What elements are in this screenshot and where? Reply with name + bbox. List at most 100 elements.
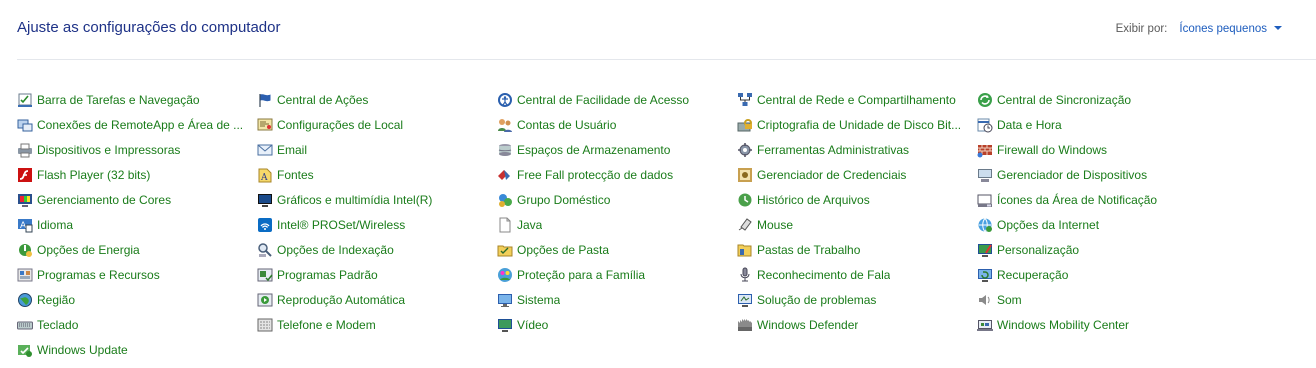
item-label[interactable]: Conexões de RemoteApp e Área de ... bbox=[37, 118, 242, 132]
family-icon[interactable] bbox=[497, 267, 513, 283]
control-panel-item[interactable]: Reprodução Automática bbox=[257, 287, 492, 312]
control-panel-item[interactable]: Contas de Usuário bbox=[497, 112, 732, 137]
item-label[interactable]: Solução de problemas bbox=[757, 293, 876, 307]
item-label[interactable]: Gráficos e multimídia Intel(R) bbox=[277, 193, 432, 207]
item-label[interactable]: Pastas de Trabalho bbox=[757, 243, 860, 257]
control-panel-item[interactable]: Sistema bbox=[497, 287, 732, 312]
file-history-icon[interactable] bbox=[737, 192, 753, 208]
item-label[interactable]: Gerenciador de Dispositivos bbox=[997, 168, 1147, 182]
control-panel-item[interactable]: Central de Facilidade de Acesso bbox=[497, 87, 732, 112]
item-label[interactable]: Gerenciamento de Cores bbox=[37, 193, 171, 207]
item-label[interactable]: Opções de Indexação bbox=[277, 243, 394, 257]
item-label[interactable]: Windows Mobility Center bbox=[997, 318, 1129, 332]
control-panel-item[interactable]: Telefone e Modem bbox=[257, 312, 492, 337]
item-label[interactable]: Região bbox=[37, 293, 75, 307]
item-label[interactable]: Fontes bbox=[277, 168, 314, 182]
remoteapp-icon[interactable] bbox=[17, 117, 33, 133]
fonts-icon[interactable]: A bbox=[257, 167, 273, 183]
folder-options-icon[interactable] bbox=[497, 242, 513, 258]
accessibility-icon[interactable] bbox=[497, 92, 513, 108]
view-by-dropdown[interactable]: Ícones pequenos bbox=[1179, 23, 1282, 35]
control-panel-item[interactable]: Firewall do Windows bbox=[977, 137, 1212, 162]
control-panel-item[interactable]: Mouse bbox=[737, 212, 972, 237]
control-panel-item[interactable]: Ferramentas Administrativas bbox=[737, 137, 972, 162]
item-label[interactable]: Opções de Energia bbox=[37, 243, 140, 257]
item-label[interactable]: Contas de Usuário bbox=[517, 118, 616, 132]
control-panel-item[interactable]: Gráficos e multimídia Intel(R) bbox=[257, 187, 492, 212]
mobility-icon[interactable] bbox=[977, 317, 993, 333]
item-label[interactable]: Personalização bbox=[997, 243, 1079, 257]
control-panel-item[interactable]: Configurações de Local bbox=[257, 112, 492, 137]
system-icon[interactable] bbox=[497, 292, 513, 308]
control-panel-item[interactable]: Personalização bbox=[977, 237, 1212, 262]
admin-tools-icon[interactable] bbox=[737, 142, 753, 158]
notification-icon[interactable] bbox=[977, 192, 993, 208]
mouse-icon[interactable] bbox=[737, 217, 753, 233]
item-label[interactable]: Opções da Internet bbox=[997, 218, 1099, 232]
control-panel-item[interactable]: Vídeo bbox=[497, 312, 732, 337]
item-label[interactable]: Dispositivos e Impressoras bbox=[37, 143, 180, 157]
item-label[interactable]: Email bbox=[277, 143, 307, 157]
control-panel-item[interactable]: Barra de Tarefas e Navegação bbox=[17, 87, 252, 112]
item-label[interactable]: Grupo Doméstico bbox=[517, 193, 610, 207]
control-panel-item[interactable]: Gerenciador de Dispositivos bbox=[977, 162, 1212, 187]
control-panel-item[interactable]: Opções da Internet bbox=[977, 212, 1212, 237]
keyboard-icon[interactable] bbox=[17, 317, 33, 333]
control-panel-item[interactable]: Flash Player (32 bits) bbox=[17, 162, 252, 187]
control-panel-item[interactable]: Dispositivos e Impressoras bbox=[17, 137, 252, 162]
work-folders-icon[interactable] bbox=[737, 242, 753, 258]
item-label[interactable]: Configurações de Local bbox=[277, 118, 403, 132]
speaker-icon[interactable] bbox=[977, 292, 993, 308]
control-panel-item[interactable]: Recuperação bbox=[977, 262, 1212, 287]
item-label[interactable]: Programas Padrão bbox=[277, 268, 378, 282]
location-icon[interactable] bbox=[257, 117, 273, 133]
item-label[interactable]: Teclado bbox=[37, 318, 78, 332]
item-label[interactable]: Histórico de Arquivos bbox=[757, 193, 870, 207]
item-label[interactable]: Free Fall protecção de dados bbox=[517, 168, 673, 182]
defender-icon[interactable] bbox=[737, 317, 753, 333]
item-label[interactable]: Ícones da Área de Notificação bbox=[997, 193, 1157, 207]
item-label[interactable]: Recuperação bbox=[997, 268, 1068, 282]
control-panel-item[interactable]: Windows Mobility Center bbox=[977, 312, 1212, 337]
control-panel-item[interactable]: Conexões de RemoteApp e Área de ... bbox=[17, 112, 252, 137]
bitlocker-icon[interactable] bbox=[737, 117, 753, 133]
color-icon[interactable] bbox=[17, 192, 33, 208]
document-icon[interactable] bbox=[497, 217, 513, 233]
item-label[interactable]: Central de Ações bbox=[277, 93, 368, 107]
troubleshoot-icon[interactable] bbox=[737, 292, 753, 308]
users-icon[interactable] bbox=[497, 117, 513, 133]
item-label[interactable]: Data e Hora bbox=[997, 118, 1062, 132]
item-label[interactable]: Central de Facilidade de Acesso bbox=[517, 93, 689, 107]
control-panel-item[interactable]: Central de Ações bbox=[257, 87, 492, 112]
autoplay-icon[interactable] bbox=[257, 292, 273, 308]
item-label[interactable]: Java bbox=[517, 218, 542, 232]
power-icon[interactable] bbox=[17, 242, 33, 258]
recovery-icon[interactable] bbox=[977, 267, 993, 283]
item-label[interactable]: Telefone e Modem bbox=[277, 318, 376, 332]
item-label[interactable]: Reprodução Automática bbox=[277, 293, 405, 307]
intel-graphics-icon[interactable] bbox=[257, 192, 273, 208]
control-panel-item[interactable]: Opções de Energia bbox=[17, 237, 252, 262]
control-panel-item[interactable]: Som bbox=[977, 287, 1212, 312]
programs-icon[interactable] bbox=[17, 267, 33, 283]
internet-icon[interactable] bbox=[977, 217, 993, 233]
control-panel-item[interactable]: Windows Update bbox=[17, 337, 252, 362]
control-panel-item[interactable]: Data e Hora bbox=[977, 112, 1212, 137]
default-programs-icon[interactable] bbox=[257, 267, 273, 283]
item-label[interactable]: Central de Sincronização bbox=[997, 93, 1131, 107]
item-label[interactable]: Ferramentas Administrativas bbox=[757, 143, 909, 157]
control-panel-item[interactable]: Programas Padrão bbox=[257, 262, 492, 287]
item-label[interactable]: Som bbox=[997, 293, 1022, 307]
control-panel-item[interactable]: A Idioma bbox=[17, 212, 252, 237]
personalization-icon[interactable] bbox=[977, 242, 993, 258]
homegroup-icon[interactable] bbox=[497, 192, 513, 208]
wireless-icon[interactable] bbox=[257, 217, 273, 233]
control-panel-item[interactable]: Email bbox=[257, 137, 492, 162]
control-panel-item[interactable]: Proteção para a Família bbox=[497, 262, 732, 287]
chevron-down-icon[interactable] bbox=[1274, 26, 1282, 30]
item-label[interactable]: Programas e Recursos bbox=[37, 268, 160, 282]
item-label[interactable]: Criptografia de Unidade de Disco Bit... bbox=[757, 118, 961, 132]
item-label[interactable]: Proteção para a Família bbox=[517, 268, 645, 282]
network-icon[interactable] bbox=[737, 92, 753, 108]
clock-icon[interactable] bbox=[977, 117, 993, 133]
